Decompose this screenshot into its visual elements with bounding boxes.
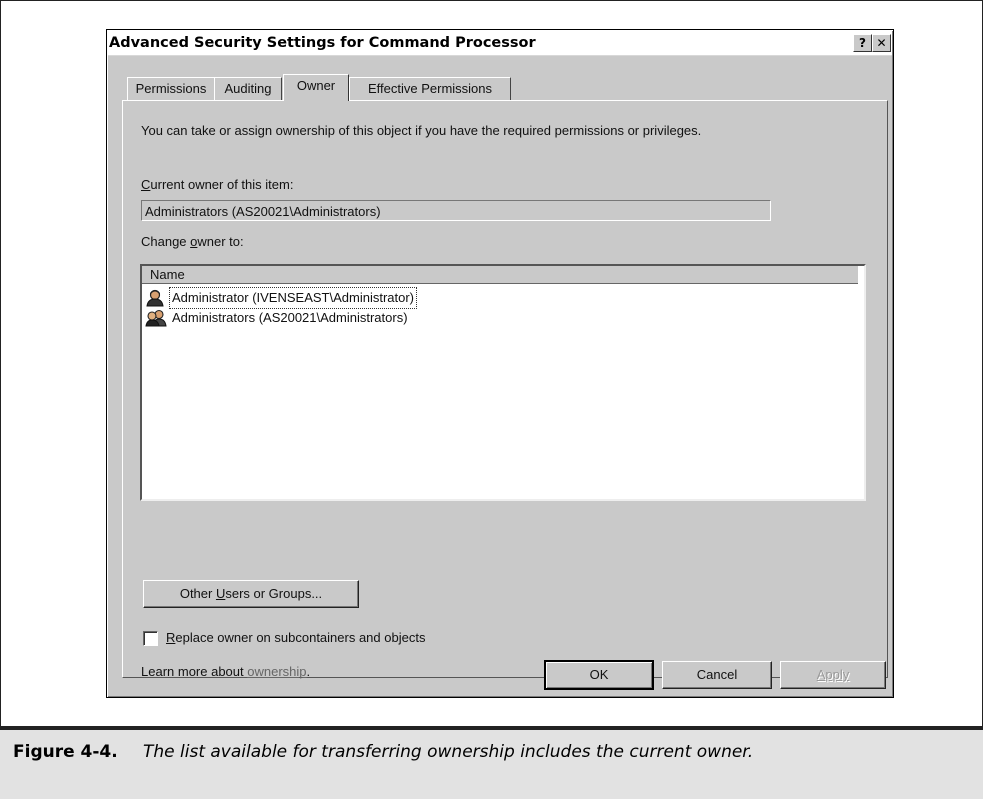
- learn-more-text: Learn more about ownership.: [141, 664, 310, 679]
- figure-label: Figure 4-4.: [13, 742, 118, 762]
- figure-caption: Figure 4-4. The list available for trans…: [0, 730, 983, 799]
- group-icon: [144, 309, 168, 327]
- list-item[interactable]: Administrator (IVENSEAST\Administrator): [144, 287, 418, 309]
- list-item[interactable]: Administrators (AS20021\Administrators): [144, 308, 410, 328]
- cancel-button[interactable]: Cancel: [662, 661, 772, 689]
- list-item-label: Administrators (AS20021\Administrators): [172, 310, 408, 325]
- learn-more-suffix: .: [306, 664, 311, 679]
- owner-panel: You can take or assign ownership of this…: [122, 100, 888, 679]
- current-owner-label: Current owner of this item:: [141, 177, 293, 192]
- tab-owner[interactable]: Owner: [283, 74, 349, 101]
- replace-owner-label[interactable]: Replace owner on subcontainers and objec…: [166, 630, 425, 645]
- change-owner-label-pre: Change: [141, 234, 191, 249]
- learn-more-prefix: Learn more about: [141, 664, 248, 679]
- tab-effective-permissions[interactable]: Effective Permissions: [349, 77, 511, 100]
- owner-list[interactable]: Name Administrator (IVENSEAST\Administra…: [140, 264, 866, 501]
- column-header-name[interactable]: Name: [142, 266, 858, 284]
- other-users-pre: Other: [179, 586, 216, 601]
- replace-accesskey: R: [166, 630, 176, 645]
- window-title: Advanced Security Settings for Command P…: [109, 35, 536, 51]
- ownership-link[interactable]: ownership: [247, 664, 306, 679]
- ownership-description: You can take or assign ownership of this…: [141, 123, 702, 138]
- replace-owner-checkbox[interactable]: [143, 631, 158, 646]
- list-item-label: Administrator (IVENSEAST\Administrator): [168, 287, 418, 309]
- ok-button[interactable]: OK: [544, 660, 654, 690]
- other-users-or-groups-button[interactable]: Other Users or Groups...: [143, 580, 359, 608]
- tab-permissions[interactable]: Permissions: [127, 77, 215, 100]
- current-owner-accesskey: C: [141, 177, 151, 192]
- help-button[interactable]: ?: [853, 34, 872, 52]
- other-users-rest: sers or Groups...: [225, 586, 323, 601]
- replace-owner-text: eplace owner on subcontainers and object…: [175, 630, 426, 645]
- current-owner-field: Administrators (AS20021\Administrators): [141, 200, 771, 221]
- other-users-accesskey: U: [215, 586, 226, 601]
- change-owner-label: Change owner to:: [141, 234, 244, 249]
- current-owner-label-text: urrent owner of this item:: [150, 177, 294, 192]
- apply-label: Apply: [816, 667, 850, 682]
- close-button[interactable]: ✕: [872, 34, 891, 52]
- title-bar: Advanced Security Settings for Command P…: [108, 31, 892, 56]
- user-icon: [144, 289, 168, 307]
- figure-caption-text: The list available for transferring owne…: [143, 742, 754, 762]
- apply-button[interactable]: Apply: [780, 661, 886, 689]
- change-owner-label-rest: wner to:: [197, 234, 244, 249]
- advanced-security-dialog: Advanced Security Settings for Command P…: [106, 29, 894, 698]
- tab-auditing[interactable]: Auditing: [214, 77, 282, 100]
